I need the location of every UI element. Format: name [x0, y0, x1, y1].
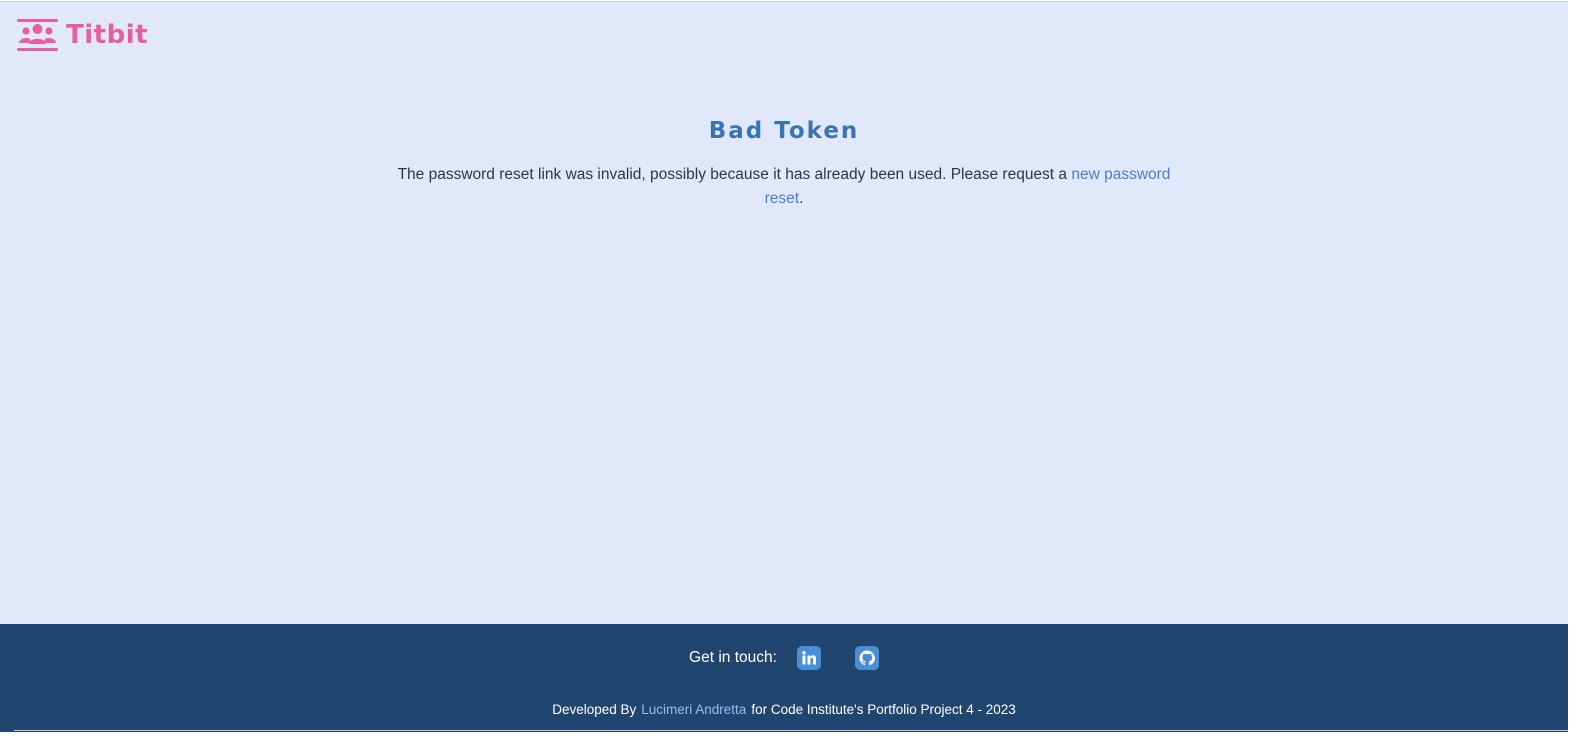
footer: Get in touch: Developed By Lucimeri Andre… — [0, 624, 1568, 732]
brand-name: Titbit — [66, 20, 149, 50]
error-message: The password reset link was invalid, pos… — [389, 163, 1179, 211]
page-title: Bad Token — [708, 118, 860, 144]
credits-prefix: Developed By — [552, 702, 637, 717]
main-content: Bad Token The password reset link was in… — [0, 116, 1568, 211]
page: Titbit Bad Token The password reset link… — [0, 1, 1568, 732]
error-message-end: . — [799, 190, 804, 207]
error-message-text: The password reset link was invalid, pos… — [397, 166, 1072, 183]
footer-credits: Developed By Lucimeri Andretta for Code In… — [0, 701, 1568, 719]
linkedin-link[interactable] — [796, 646, 821, 670]
credits-suffix: for Code Institute's Portfolio Project 4… — [751, 702, 1016, 717]
brand-logo-link[interactable]: Titbit — [17, 18, 148, 52]
contact-label: Get in touch: — [689, 649, 777, 666]
contact-row: Get in touch: — [0, 645, 1568, 671]
bottom-divider — [14, 730, 1568, 731]
author-link[interactable]: Lucimeri Andretta — [641, 702, 746, 717]
github-icon — [859, 650, 875, 666]
users-icon — [17, 19, 58, 51]
linkedin-icon — [802, 651, 816, 665]
github-link[interactable] — [854, 646, 879, 670]
